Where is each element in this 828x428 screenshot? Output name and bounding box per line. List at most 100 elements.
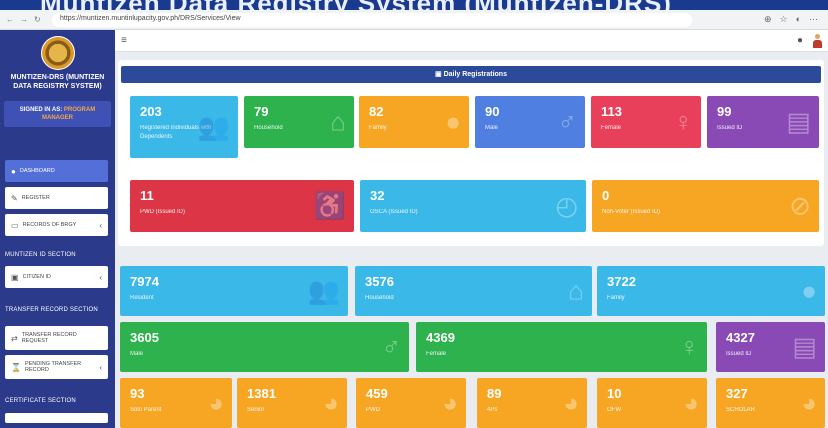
top-bar: ≡ ● xyxy=(115,30,828,52)
transfer-icon: ⇄ xyxy=(11,333,18,343)
users-icon: 👥 xyxy=(197,111,230,142)
totals-card-issued-id[interactable]: 4327 Issued ID ▤ xyxy=(716,322,825,372)
user-avatar-icon[interactable] xyxy=(813,33,822,48)
sidebar-item-label: PENDING TRANSFER RECORD xyxy=(24,361,82,373)
sidebar-item-label: RECORDS OF BRGY xyxy=(22,222,77,228)
card-value: 93 xyxy=(130,386,145,401)
forward-icon[interactable]: → xyxy=(20,15,28,24)
card-value: 90 xyxy=(485,104,500,119)
card-value: 4369 xyxy=(426,330,455,345)
totals-card-family[interactable]: 3722 Family ● xyxy=(597,266,825,316)
back-icon[interactable]: ← xyxy=(6,15,14,24)
address-bar[interactable]: https://muntizen.muntinlupacity.gov.ph/D… xyxy=(52,12,692,27)
sectors-card-4ps[interactable]: 89 4Ps ◕ xyxy=(477,378,587,428)
pie-icon: ◕ xyxy=(208,387,224,418)
sidebar-item-label: DASHBOARD xyxy=(19,168,55,174)
card-value: 4327 xyxy=(726,330,755,345)
male-icon: ♂ xyxy=(557,106,578,137)
card-label: Household xyxy=(365,295,394,301)
user-icon: ● xyxy=(801,275,817,306)
card-label: Resident xyxy=(130,295,154,301)
chevron-left-icon: ‹ xyxy=(99,362,102,372)
card-value: 82 xyxy=(369,104,384,119)
totals-card-household[interactable]: 3576 Household ⌂ xyxy=(355,266,592,316)
card-label: Family xyxy=(607,295,625,301)
no-voter-icon: ⊘ xyxy=(789,190,811,221)
card-value: 32 xyxy=(370,188,385,203)
pie-icon: ◕ xyxy=(683,387,699,418)
totals-card-female[interactable]: 4369 Female ♀ xyxy=(416,322,707,372)
signed-in-role: SIGNED IN AS: PROGRAM MANAGER xyxy=(4,101,111,127)
card-value: 79 xyxy=(254,104,269,119)
more-icon[interactable]: ⋯ xyxy=(809,14,818,25)
card-value: 3605 xyxy=(130,330,159,345)
sidebar-item-register[interactable]: ✎ REGISTER xyxy=(5,187,108,209)
female-icon: ♀ xyxy=(673,106,694,137)
card-label: Non-Voter (Issued ID) xyxy=(602,209,661,215)
sidebar-item-transfer-request[interactable]: ⇄ TRANSFER RECORD REQUEST xyxy=(5,326,108,350)
bell-icon[interactable]: ● xyxy=(797,35,803,46)
card-label: PWD (Issued ID) xyxy=(140,209,186,215)
daily.cards-card-household[interactable]: 79 Household ⌂ xyxy=(244,96,354,148)
hourglass-icon: ⌛ xyxy=(11,362,21,372)
sidebar-item-certificate[interactable] xyxy=(5,413,108,423)
male-icon: ♂ xyxy=(381,331,402,362)
pie-icon: ◕ xyxy=(563,387,579,418)
section-certificate: CERTIFICATE SECTION xyxy=(5,398,76,404)
daily.cards-card-non-voter-issued-id[interactable]: 0 Non-Voter (Issued ID) ⊘ xyxy=(592,180,819,232)
user-icon: ● xyxy=(445,106,461,137)
sectors-card-ofw[interactable]: 10 OFW ◕ xyxy=(597,378,707,428)
card-label: OSCA (Issued ID) xyxy=(370,209,418,215)
sectors-card-pwd[interactable]: 459 PWD ◕ xyxy=(356,378,466,428)
daily.cards-card-male[interactable]: 90 Male ♂ xyxy=(475,96,585,148)
sidebar-item-records[interactable]: ▭ RECORDS OF BRGY ‹ xyxy=(5,214,108,236)
daily.cards-card-issued-id[interactable]: 99 Issued ID ▤ xyxy=(707,96,819,148)
dashboard-icon: ● xyxy=(11,166,16,176)
card-value: 89 xyxy=(487,386,502,401)
card-value: 0 xyxy=(602,188,610,203)
daily.cards-card-pwd-issued-id[interactable]: 11 PWD (Issued ID) ♿ xyxy=(130,180,354,232)
card-value: 3722 xyxy=(607,274,636,289)
browser-actions: ⊕ ☆ ◐ ⋯ xyxy=(764,14,828,25)
top-bar-actions: ● xyxy=(797,33,822,48)
star-icon[interactable]: ☆ xyxy=(779,14,787,25)
sectors-card-scholar[interactable]: 327 SCHOLAR ◕ xyxy=(716,378,825,428)
card-value: 1381 xyxy=(247,386,276,401)
card-value: 11 xyxy=(140,188,154,203)
section-muntizen-id: MUNTIZEN ID SECTION xyxy=(5,252,76,258)
browser-toolbar: ← → ↻ https://muntizen.muntinlupacity.go… xyxy=(0,10,828,30)
sidebar-item-citizen-id[interactable]: ▣ CITIZEN ID ‹ xyxy=(5,266,108,288)
id-card-icon: ▤ xyxy=(786,106,811,137)
daily.cards-card-registered-individuals-with-dependents[interactable]: 203 Registered Individuals with Dependent… xyxy=(130,96,238,158)
pie-icon: ◕ xyxy=(801,387,817,418)
daily.cards-card-female[interactable]: 113 Female ♀ xyxy=(591,96,701,148)
browser-nav: ← → ↻ xyxy=(0,15,52,24)
card-value: 99 xyxy=(717,104,732,119)
sidebar-item-label: TRANSFER RECORD REQUEST xyxy=(21,332,77,344)
sidebar-item-dashboard[interactable]: ● DASHBOARD xyxy=(5,160,108,182)
daily-registrations-title: Daily Registrations xyxy=(443,71,507,78)
reload-icon[interactable]: ↻ xyxy=(34,15,41,24)
daily.cards-card-family[interactable]: 82 Family ● xyxy=(359,96,469,148)
signed-in-prefix: SIGNED IN AS: xyxy=(19,107,63,113)
sectors-card-solo-parent[interactable]: 93 Solo Parent ◕ xyxy=(120,378,232,428)
menu-icon[interactable]: ≡ xyxy=(121,35,127,46)
card-value: 327 xyxy=(726,386,748,401)
zoom-icon[interactable]: ⊕ xyxy=(764,14,772,25)
sidebar-item-pending-transfer[interactable]: ⌛ PENDING TRANSFER RECORD ‹ xyxy=(5,355,108,379)
chevron-left-icon: ‹ xyxy=(99,220,102,230)
sidebar: MUNTIZEN-DRS (MUNTIZEN DATA REGISTRY SYS… xyxy=(0,30,115,428)
id-card-icon: ▣ xyxy=(11,272,19,282)
id-card-icon: ▤ xyxy=(792,331,817,362)
senior-icon: ◴ xyxy=(555,190,578,221)
banner-title: Muntizen Data Registry System (Muntizen-… xyxy=(40,0,672,10)
pie-icon: ◕ xyxy=(442,387,458,418)
card-value: 113 xyxy=(601,104,622,119)
card-value: 7974 xyxy=(130,274,159,289)
totals-card-male[interactable]: 3605 Male ♂ xyxy=(120,322,409,372)
totals-card-resident[interactable]: 7974 Resident 👥 xyxy=(120,266,348,316)
extension-icon[interactable]: ◐ xyxy=(796,14,801,25)
sectors-card-senior[interactable]: 1381 Senior ◕ xyxy=(237,378,347,428)
daily.cards-card-osca-issued-id[interactable]: 32 OSCA (Issued ID) ◴ xyxy=(360,180,586,232)
city-seal-logo xyxy=(40,36,75,70)
